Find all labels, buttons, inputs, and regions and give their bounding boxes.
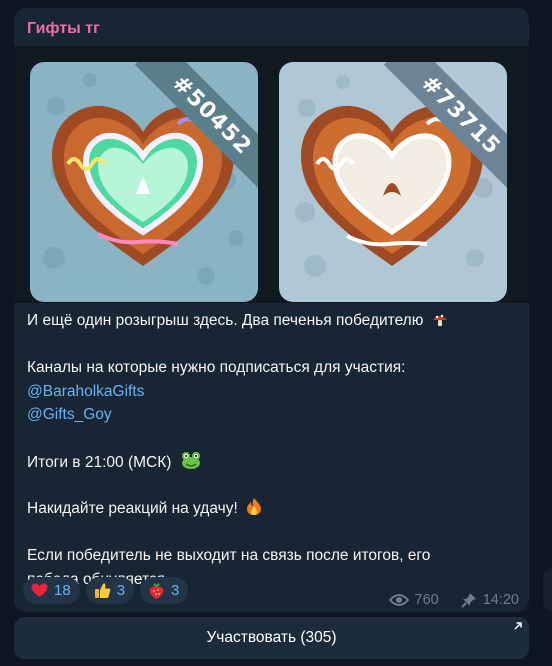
view-count: 760 [414,592,439,608]
channel-link-2[interactable]: @Gifts_Goy [27,406,112,423]
pin-icon [460,593,476,608]
chat-view: Гифты тг #50452 #73715 И ещё один розыгр… [0,0,552,666]
eye-icon [388,594,409,606]
gift-card-2[interactable]: #73715 [279,62,507,302]
reaction-count: 3 [171,582,180,599]
post-line-3: Итоги в 21:00 (МСК) [27,454,172,471]
message-text: И ещё один розыгрыш здесь. Два печенья п… [27,309,517,591]
participate-button[interactable]: Участвовать (305) [14,617,529,659]
gift-card-1[interactable]: #50452 [30,62,258,302]
media-album: #50452 #73715 [14,46,529,303]
post-line-2: Каналы на которые нужно подписаться для … [27,359,406,376]
frog-icon [181,452,200,469]
reaction-heart[interactable]: 18 [23,577,80,604]
channel-name[interactable]: Гифты тг [27,20,100,38]
reaction-thumbs-up[interactable]: 3 [85,577,135,604]
reaction-count: 3 [116,582,126,599]
channel-link-1[interactable]: @BaraholkaGifts [27,383,144,400]
reaction-strawberry[interactable]: 3 [140,577,189,604]
scroll-down-button[interactable] [543,568,552,612]
red-heart-icon [31,583,48,597]
message-bubble: Гифты тг #50452 #73715 И ещё один розыгр… [14,8,529,612]
fire-icon [247,498,262,515]
participate-button-label: Участвовать (305) [206,629,337,646]
post-line-1: И ещё один розыгрыш здесь. Два печенья п… [27,312,424,329]
reactions-bar: 18 3 3 [23,577,189,604]
external-arrow-icon [514,622,522,630]
strawberry-icon [149,582,164,599]
post-line-4: Накидайте реакций на удачу! [27,500,238,517]
mushroom-icon [432,314,447,326]
message-time: 14:20 [482,592,519,608]
post-line-5: Если победитель не выходит на связь посл… [27,547,431,564]
message-meta: 760 14:20 [388,592,519,608]
thumbs-up-icon [94,583,111,598]
reaction-count: 18 [54,582,71,599]
